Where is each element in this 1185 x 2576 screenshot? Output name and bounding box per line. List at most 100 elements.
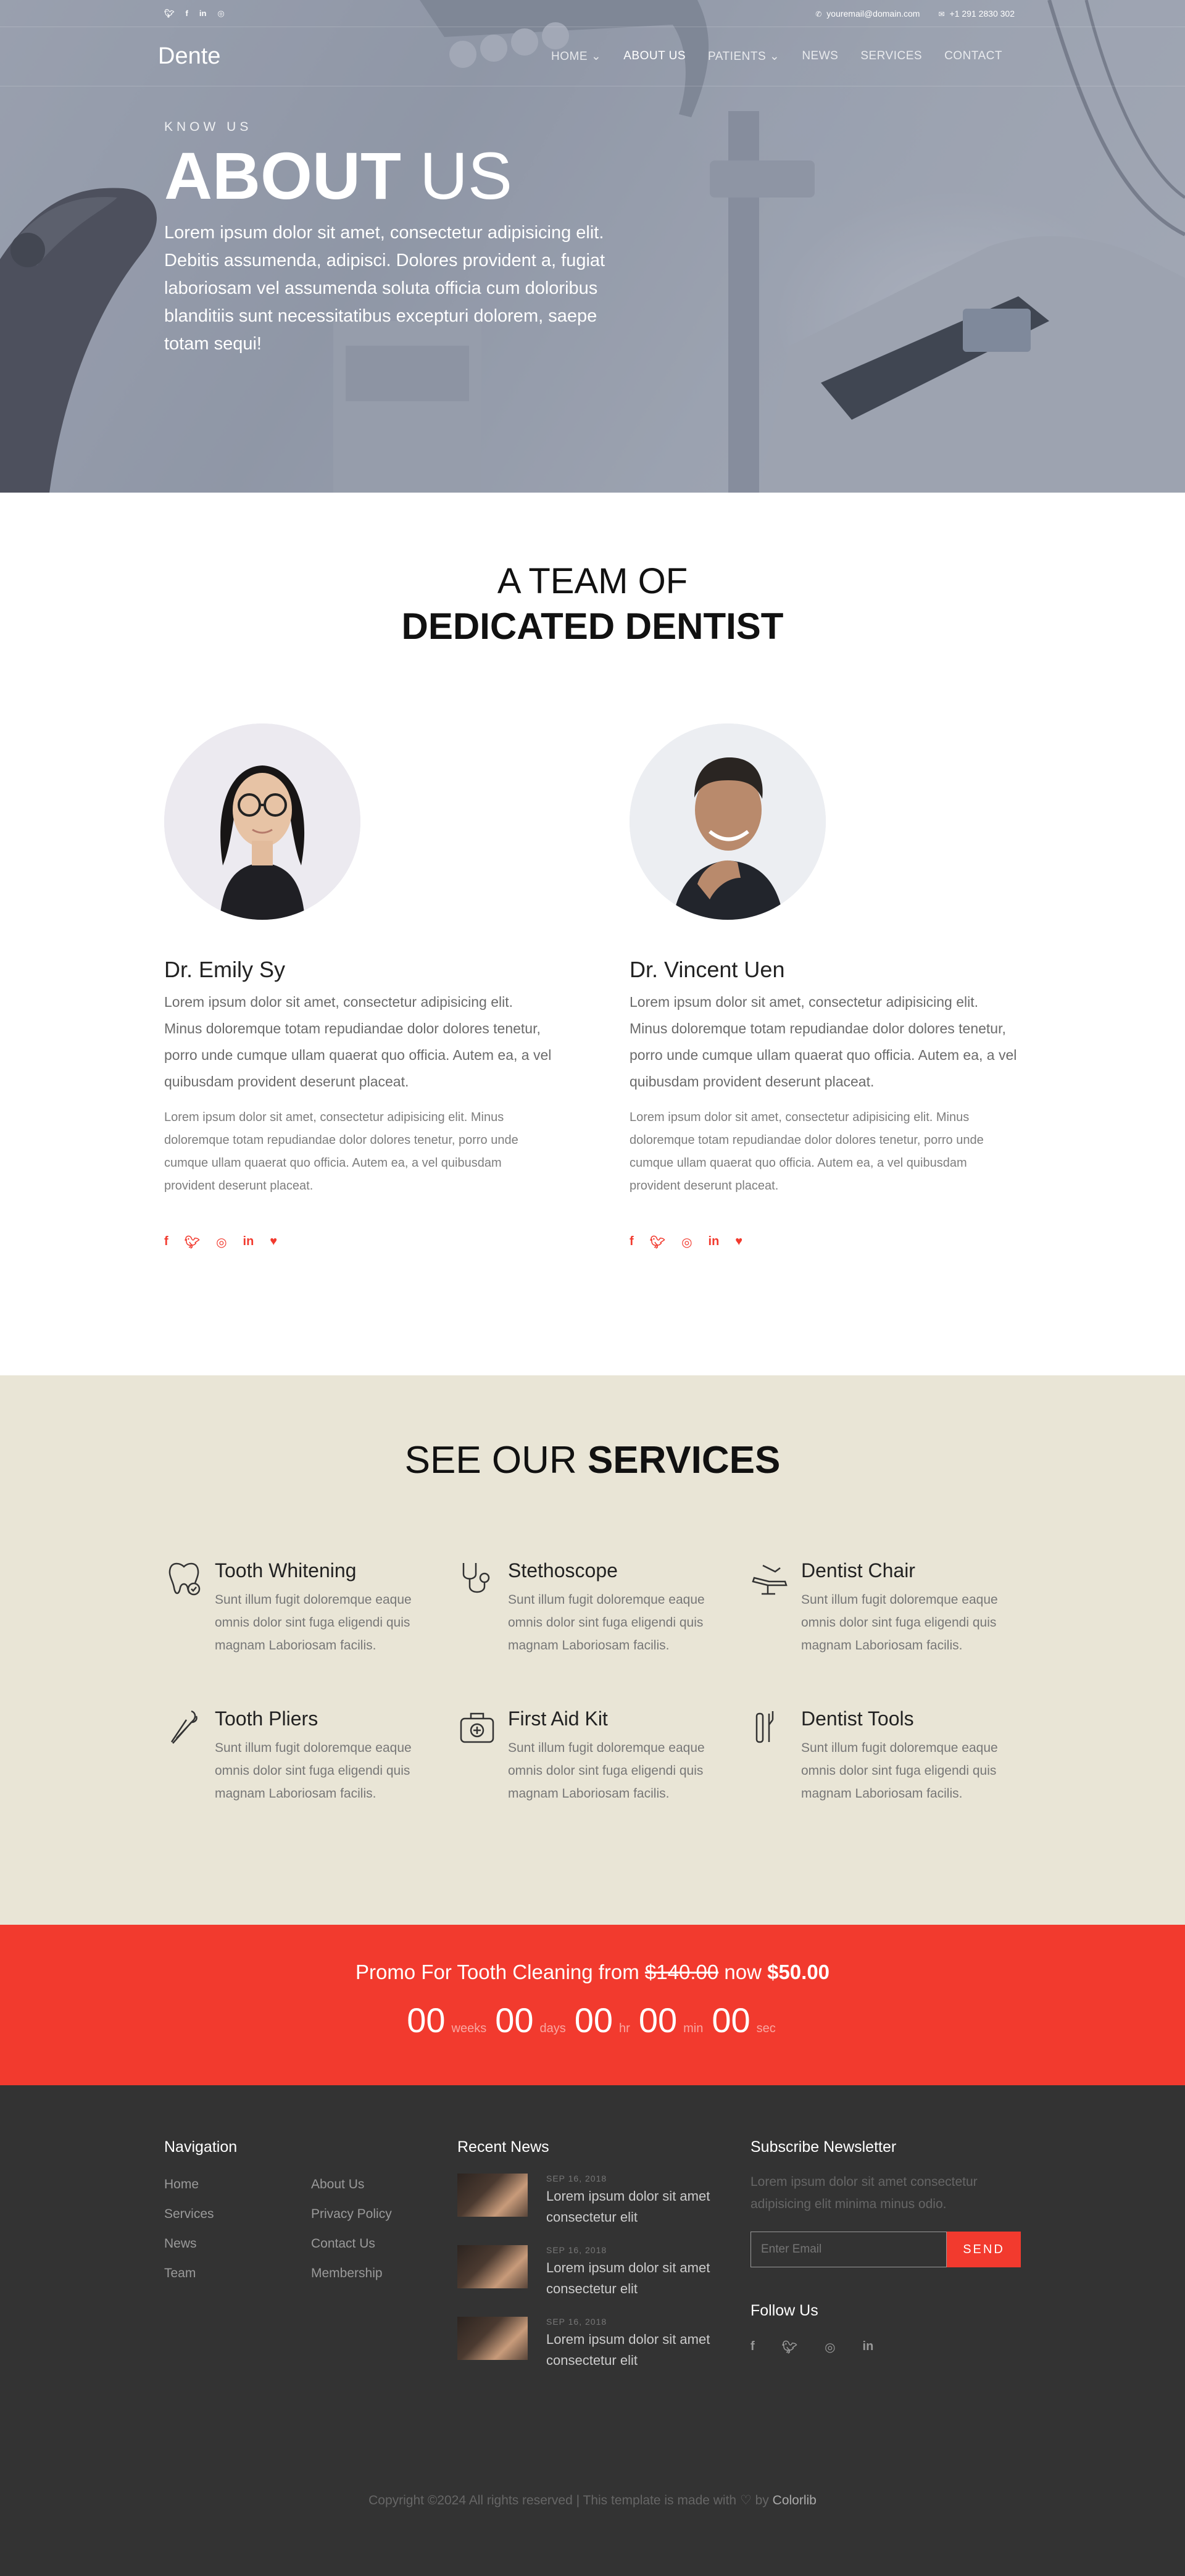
team-title-line2: DEDICATED DENTIST [401, 606, 784, 647]
team-member-card: Dr. Emily Sy Lorem ipsum dolor sit amet,… [164, 723, 553, 1250]
top-contact: ✆ youremail@domain.com ✉ +1 291 2830 302 [815, 9, 1015, 19]
linkedin-icon[interactable]: in [243, 1235, 254, 1250]
linkedin-icon[interactable]: in [199, 9, 207, 19]
hero-content: KNOW US ABOUT US Lorem ipsum dolor sit a… [164, 120, 627, 358]
email-contact[interactable]: ✆ youremail@domain.com [815, 9, 920, 19]
member-social-links: f 🐦︎ ◎ in ♥ [164, 1235, 553, 1250]
team-title-line1: A TEAM OF [497, 561, 688, 601]
news-title[interactable]: Lorem ipsum dolor sit amet consectetur e… [546, 2186, 729, 2228]
instagram-icon[interactable]: ◎ [681, 1235, 692, 1250]
promo-text: Promo For Tooth Cleaning from $140.00 no… [355, 1961, 830, 1983]
site-logo[interactable]: Dente [158, 43, 220, 70]
news-title[interactable]: Lorem ipsum dolor sit amet consectetur e… [546, 2329, 729, 2371]
news-item[interactable]: SEP 16, 2018 Lorem ipsum dolor sit amet c… [457, 2245, 729, 2299]
hero-text: Lorem ipsum dolor sit amet, consectetur … [164, 223, 605, 354]
main-navbar: Dente HOME ⌄ ABOUT US PATIENTS ⌄ NEWS SE… [0, 27, 1185, 86]
service-item: Dentist Chair Sunt illum fugit doloremqu… [750, 1559, 1016, 1657]
footer-link-team[interactable]: Team [164, 2266, 311, 2281]
nav-home[interactable]: HOME ⌄ [551, 49, 601, 64]
news-title[interactable]: Lorem ipsum dolor sit amet consectetur e… [546, 2257, 729, 2299]
linkedin-icon[interactable]: in [709, 1235, 720, 1250]
tooth-icon [168, 1562, 201, 1596]
nav-news[interactable]: NEWS [802, 49, 838, 64]
news-thumbnail [457, 2245, 528, 2288]
copyright: Copyright ©2024 All rights reserved | Th… [368, 2493, 817, 2507]
news-date: SEP 16, 2018 [546, 2317, 607, 2327]
hero-kicker: KNOW US [164, 120, 252, 134]
member-social-links: f 🐦︎ ◎ in ♥ [630, 1235, 1018, 1250]
twitter-icon[interactable]: 🐦︎ [164, 9, 175, 19]
stethoscope-icon [462, 1563, 490, 1593]
newsletter-heading: Subscribe Newsletter [750, 2138, 897, 2156]
member-lead-text: Lorem ipsum dolor sit amet, consectetur … [164, 994, 552, 1090]
service-item: Tooth Whitening Sunt illum fugit dolorem… [164, 1559, 430, 1657]
follow-us-heading: Follow Us [750, 2302, 818, 2319]
countdown-timer: 00 weeks 00 days 00 hr 00 min 00 sec [407, 2001, 776, 2040]
heart-icon[interactable]: ♥ [270, 1235, 277, 1250]
phone-contact[interactable]: ✉ +1 291 2830 302 [938, 9, 1015, 19]
twitter-icon[interactable]: 🐦︎ [185, 1235, 200, 1250]
member-name: Dr. Vincent Uen [630, 957, 785, 982]
new-price: $50.00 [767, 1961, 830, 1983]
send-button[interactable]: SEND [947, 2232, 1021, 2267]
newsletter-text: Lorem ipsum dolor sit amet consectetur a… [750, 2175, 978, 2211]
heart-icon[interactable]: ♥ [735, 1235, 742, 1250]
first-aid-kit-icon [460, 1712, 494, 1743]
footer-recent-news: Recent News SEP 16, 2018 Lorem ipsum dolo… [457, 2138, 729, 2371]
footer-link-membership[interactable]: Membership [311, 2266, 434, 2281]
main-menu: HOME ⌄ ABOUT US PATIENTS ⌄ NEWS SERVICES… [551, 49, 1002, 64]
service-description: Sunt illum fugit doloremque eaque omnis … [215, 1593, 412, 1653]
countdown-days: 00 [495, 2001, 534, 2040]
nav-contact[interactable]: CONTACT [944, 49, 1002, 64]
service-description: Sunt illum fugit doloremque eaque omnis … [801, 1593, 998, 1653]
dentist-tools-icon [755, 1711, 774, 1743]
service-item: Stethoscope Sunt illum fugit doloremque … [457, 1559, 723, 1657]
facebook-icon[interactable]: f [630, 1235, 634, 1250]
facebook-icon[interactable]: f [186, 9, 188, 19]
facebook-icon[interactable]: f [750, 2340, 755, 2355]
countdown-seconds: 00 [712, 2001, 750, 2040]
nav-about-us[interactable]: ABOUT US [623, 49, 686, 64]
footer-link-news[interactable]: News [164, 2236, 311, 2251]
footer-link-home[interactable]: Home [164, 2177, 311, 2192]
member-body-text: Lorem ipsum dolor sit amet, consectetur … [630, 1111, 984, 1193]
avatar [164, 723, 360, 920]
news-date: SEP 16, 2018 [546, 2174, 607, 2183]
service-title: Tooth Pliers [215, 1707, 318, 1730]
linkedin-icon[interactable]: in [863, 2340, 874, 2355]
countdown-hours: 00 [574, 2001, 613, 2040]
service-title: Dentist Tools [801, 1707, 914, 1730]
newsletter-form: SEND [750, 2232, 1022, 2267]
email-input[interactable] [750, 2232, 947, 2267]
footer-link-privacy-policy[interactable]: Privacy Policy [311, 2207, 434, 2222]
footer-nav-links: Home About Us Services Privacy Policy Ne… [164, 2177, 434, 2281]
member-lead-text: Lorem ipsum dolor sit amet, consectetur … [630, 994, 1017, 1090]
instagram-icon[interactable]: ◎ [217, 9, 224, 19]
instagram-icon[interactable]: ◎ [825, 2340, 835, 2355]
dentist-chair-icon [752, 1564, 788, 1595]
service-title: Dentist Chair [801, 1559, 915, 1582]
twitter-icon[interactable]: 🐦︎ [650, 1235, 665, 1250]
facebook-icon[interactable]: f [164, 1235, 168, 1250]
news-item[interactable]: SEP 16, 2018 Lorem ipsum dolor sit amet c… [457, 2317, 729, 2371]
footer-social-links: f 🐦︎ ◎ in [750, 2340, 1022, 2355]
phone-icon: ✆ [815, 10, 822, 19]
service-description: Sunt illum fugit doloremque eaque omnis … [508, 1593, 705, 1653]
footer-link-contact-us[interactable]: Contact Us [311, 2236, 434, 2251]
nav-patients[interactable]: PATIENTS ⌄ [708, 49, 780, 64]
team-member-card: Dr. Vincent Uen Lorem ipsum dolor sit am… [630, 723, 1018, 1250]
service-description: Sunt illum fugit doloremque eaque omnis … [801, 1741, 998, 1801]
twitter-icon[interactable]: 🐦︎ [782, 2340, 797, 2355]
colorlib-link[interactable]: Colorlib [773, 2493, 817, 2507]
footer-link-about-us[interactable]: About Us [311, 2177, 434, 2192]
footer-link-services[interactable]: Services [164, 2207, 311, 2222]
news-item[interactable]: SEP 16, 2018 Lorem ipsum dolor sit amet c… [457, 2174, 729, 2228]
chevron-down-icon: ⌄ [591, 50, 602, 63]
top-bar: 🐦︎ f in ◎ ✆ youremail@domain.com ✉ +1 291 … [0, 0, 1185, 27]
services-section: SEE OUR SERVICES Tooth Whitening Sunt il… [0, 1375, 1185, 1925]
heart-icon: ♡ [739, 2493, 752, 2507]
instagram-icon[interactable]: ◎ [216, 1235, 227, 1250]
nav-services[interactable]: SERVICES [860, 49, 922, 64]
news-thumbnail [457, 2174, 528, 2217]
service-description: Sunt illum fugit doloremque eaque omnis … [215, 1741, 412, 1801]
